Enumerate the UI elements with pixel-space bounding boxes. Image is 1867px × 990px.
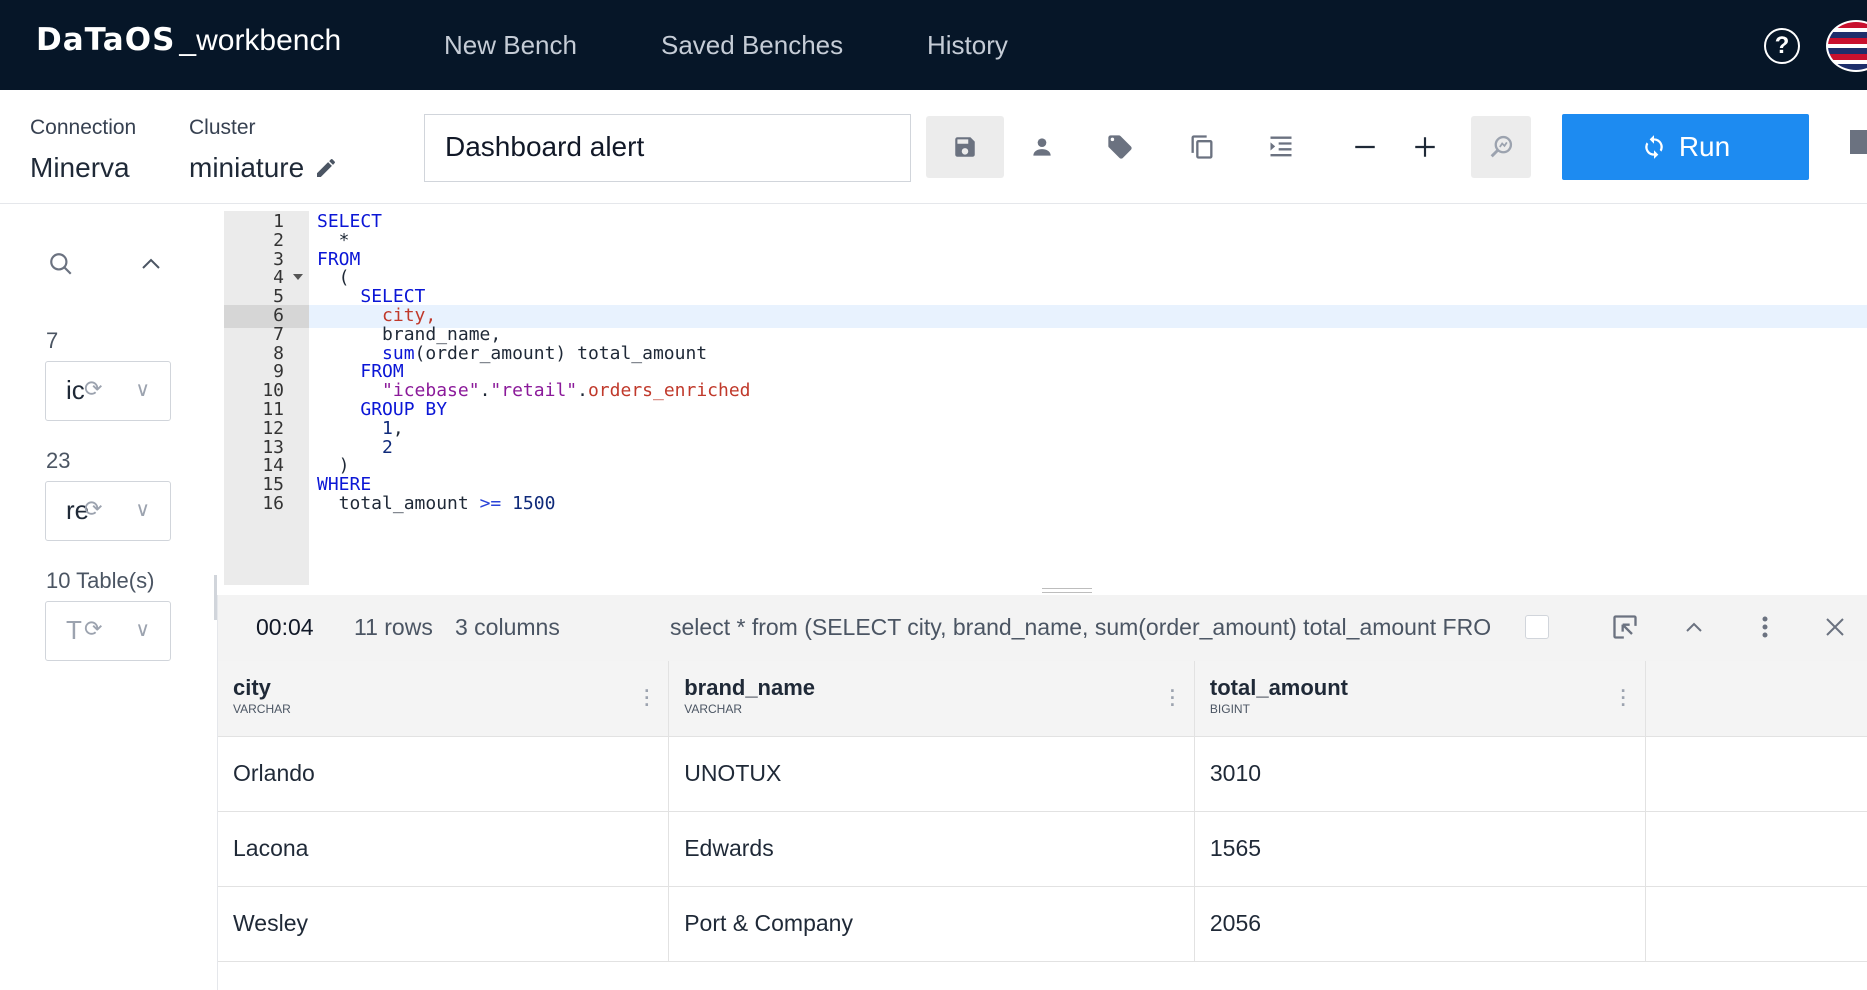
search-icon[interactable]	[48, 251, 74, 277]
dataos-logo[interactable]: DaTaOS _workbench	[36, 22, 341, 68]
user-avatar[interactable]	[1826, 20, 1867, 72]
save-icon	[955, 137, 975, 157]
schema-select[interactable]: re ⟳ ∨	[45, 481, 171, 541]
magnify-icon	[1490, 135, 1513, 158]
column-name: total_amount	[1209, 675, 1349, 700]
tables-count: 10 Table(s)	[46, 568, 155, 593]
copy-icon	[1191, 135, 1213, 159]
table-select-value: T	[66, 615, 82, 645]
save-button[interactable]	[926, 116, 1004, 178]
column-menu-icon[interactable]: · · ·	[1170, 682, 1176, 714]
tag-icon	[1108, 135, 1132, 159]
column-menu-icon[interactable]: · · ·	[644, 682, 650, 714]
chevron-down-icon: ∨	[135, 499, 150, 521]
loading-icon: ⟳	[84, 616, 103, 641]
line-number: 16	[262, 493, 284, 514]
plus-icon	[1415, 137, 1435, 157]
column-count: 3 columns	[455, 614, 560, 640]
results-panel: 00:04 11 rows 3 columns select * from (S…	[217, 595, 1867, 990]
loading-icon: ⟳	[84, 376, 103, 401]
connection-value[interactable]: Minerva	[30, 152, 130, 184]
table-cell[interactable]: Edwards	[668, 811, 1195, 887]
help-icon[interactable]: ?	[1764, 28, 1800, 64]
table-select[interactable]: T ⟳ ∨	[45, 601, 171, 661]
column-name: brand_name	[684, 675, 816, 700]
person-icon	[1033, 138, 1051, 156]
cluster-label: Cluster	[189, 116, 256, 139]
elapsed-time: 00:04	[256, 614, 314, 640]
more-options-icon[interactable]	[1747, 609, 1783, 645]
run-button[interactable]: Run	[1562, 114, 1809, 180]
run-label: Run	[1678, 131, 1731, 162]
column-header-city[interactable]: city VARCHAR · · ·	[218, 661, 670, 737]
table-cell-filler	[1645, 811, 1867, 887]
chevron-up-icon[interactable]	[140, 255, 162, 273]
sql-editor[interactable]: 1 SELECT 2 * 3 FROM 4 (5 SELECT 6 city, 7 brand…	[224, 207, 1867, 587]
nav-saved-benches[interactable]: Saved Benches	[661, 0, 843, 90]
logo-brand: DaTaOS	[36, 22, 176, 58]
table-cell-filler	[1645, 736, 1867, 812]
table-cell[interactable]: Wesley	[218, 886, 670, 962]
top-navigation-bar: DaTaOS _workbench New Bench Saved Benche…	[0, 0, 1867, 90]
minus-icon	[1355, 145, 1375, 149]
result-checkbox[interactable]	[1525, 615, 1549, 639]
loading-icon: ⟳	[84, 496, 103, 521]
cluster-value[interactable]: miniature	[189, 152, 304, 184]
results-table: city VARCHAR · · · brand_name VARCHAR · · · …	[218, 661, 1867, 962]
chevron-down-icon: ∨	[135, 619, 150, 641]
schema-count: 23	[46, 448, 71, 473]
nav-new-bench[interactable]: New Bench	[444, 0, 577, 90]
catalog-sidebar: 7 ic ⟳ ∨ 23 re ⟳ ∨ 10 Table(s) T ⟳ ∨	[0, 205, 216, 990]
copy-button[interactable]	[1163, 116, 1241, 178]
catalog-count: 7	[46, 328, 59, 353]
table-cell[interactable]: UNOTUX	[668, 736, 1195, 812]
share-user-button[interactable]	[1003, 116, 1081, 178]
column-menu-icon[interactable]: · · ·	[1621, 682, 1627, 714]
table-cell[interactable]: 3010	[1194, 736, 1646, 812]
refresh-icon	[1645, 135, 1663, 159]
table-row[interactable]: Lacona Edwards 1565	[218, 811, 1867, 887]
table-cell[interactable]: 1565	[1194, 811, 1646, 887]
expand-icon[interactable]	[1607, 609, 1643, 645]
chevron-down-icon: ∨	[135, 379, 150, 401]
tag-button[interactable]	[1081, 116, 1159, 178]
header-row: city VARCHAR · · · brand_name VARCHAR · · · …	[218, 661, 1867, 737]
bench-name-input[interactable]: Dashboard alert	[424, 114, 911, 182]
chevron-up-icon[interactable]	[1676, 609, 1712, 645]
edit-cluster-icon[interactable]	[314, 156, 338, 180]
column-header-total-amount[interactable]: total_amount BIGINT · · ·	[1194, 661, 1646, 737]
nav-history[interactable]: History	[927, 0, 1008, 90]
bench-toolbar: Connection Minerva Cluster miniature Das…	[0, 90, 1867, 204]
table-cell[interactable]: Lacona	[218, 811, 670, 887]
table-row[interactable]: Wesley Port & Company 2056	[218, 886, 1867, 962]
table-cell[interactable]: Orlando	[218, 736, 670, 812]
connection-label: Connection	[30, 116, 137, 139]
code-text[interactable]: total_amount >= 1500	[317, 493, 556, 516]
table-row[interactable]: Orlando UNOTUX 3010	[218, 736, 1867, 812]
row-count: 11 rows	[354, 614, 433, 640]
catalog-select[interactable]: ic ⟳ ∨	[45, 361, 171, 421]
delete-icon[interactable]	[1850, 130, 1867, 154]
catalog-select-value: ic	[66, 375, 85, 405]
column-type: BIGINT	[1209, 702, 1250, 716]
table-cell[interactable]: 2056	[1194, 886, 1646, 962]
indent-icon	[1270, 136, 1292, 157]
column-name: city	[233, 675, 271, 700]
column-header-filler	[1645, 661, 1867, 737]
query-preview: select * from (SELECT city, brand_name, …	[670, 614, 1492, 640]
format-indent-button[interactable]	[1242, 116, 1320, 178]
table-cell[interactable]: Port & Company	[668, 886, 1195, 962]
zoom-in-button[interactable]	[1386, 116, 1464, 178]
table-cell-filler	[1645, 886, 1867, 962]
results-header: 00:04 11 rows 3 columns select * from (S…	[218, 595, 1867, 661]
fold-arrow-icon[interactable]	[293, 274, 303, 281]
logo-suffix: _workbench	[179, 24, 342, 57]
column-header-brand-name[interactable]: brand_name VARCHAR · · ·	[668, 661, 1195, 737]
column-type: VARCHAR	[233, 702, 291, 716]
code-line[interactable]: 16 total_amount >= 1500	[224, 493, 1867, 516]
column-type: VARCHAR	[684, 702, 742, 716]
explain-button[interactable]	[1471, 116, 1531, 178]
editor-resize-handle[interactable]	[1042, 588, 1092, 593]
close-icon[interactable]	[1817, 609, 1853, 645]
